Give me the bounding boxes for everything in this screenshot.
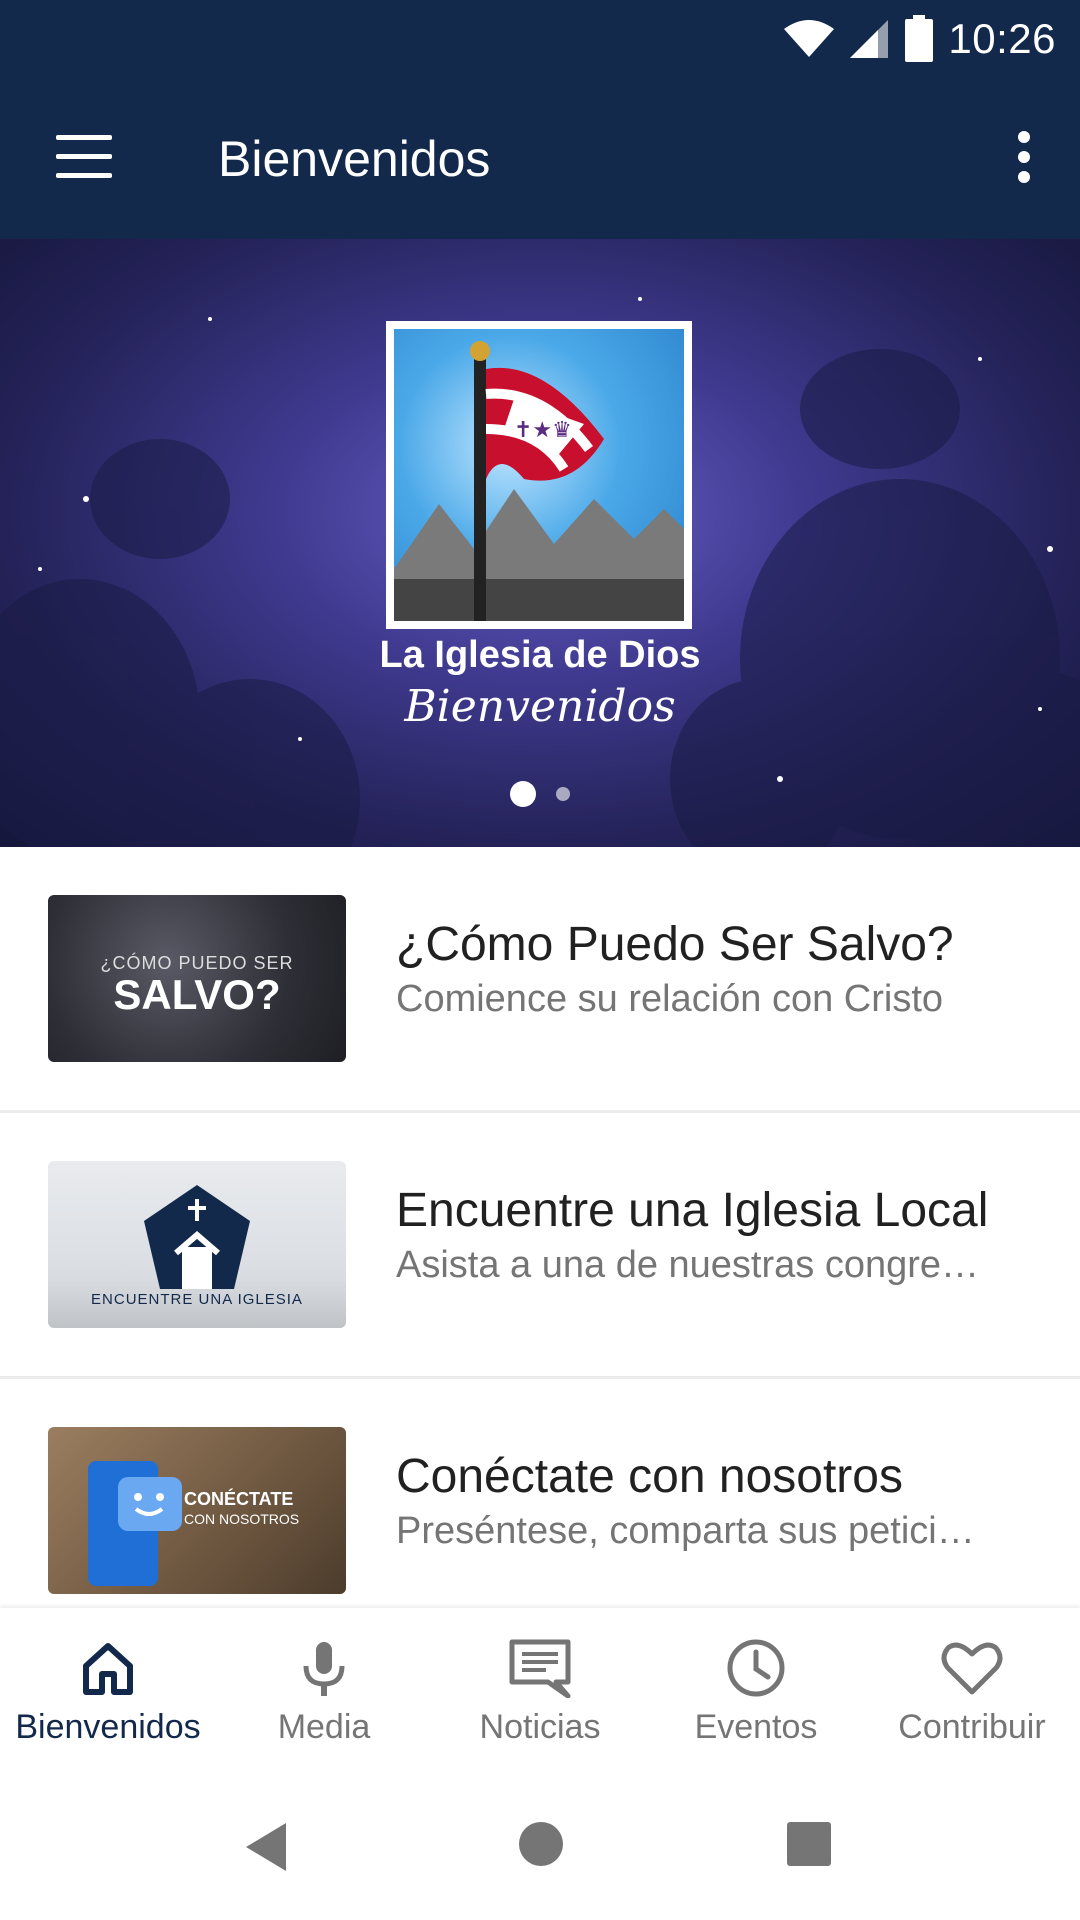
svg-text:✝★♛: ✝★♛ (514, 417, 572, 442)
home-icon (83, 1643, 133, 1695)
app-bar: Bienvenidos (0, 79, 1080, 239)
nav-label: Contribuir (898, 1708, 1046, 1746)
thumbnail-salvation: ¿CÓMO PUEDO SER SALVO? (48, 895, 346, 1062)
thumbnail-find-church: ENCUENTRE UNA IGLESIA (48, 1161, 346, 1328)
thumbnail-text: CONÉCTATE (184, 1489, 294, 1509)
list-item-subtitle: Preséntese, comparta sus petici… (396, 1510, 975, 1552)
carousel-dot[interactable] (556, 787, 570, 801)
nav-item-eventos[interactable]: Eventos (648, 1608, 864, 1768)
brand-name: La Iglesia de Dios (379, 634, 701, 676)
cell-signal-icon (850, 20, 889, 58)
page-title: Bienvenidos (218, 131, 491, 187)
thumbnail-text: CON NOSOTROS (184, 1511, 300, 1527)
content-list: ¿CÓMO PUEDO SER SALVO? ¿Cómo Puedo Ser S… (0, 847, 1080, 1615)
nav-label: Eventos (694, 1708, 818, 1746)
nav-item-contribuir[interactable]: Contribuir (864, 1608, 1080, 1768)
hero-carousel[interactable]: ✝★♛ La Iglesia de Dios Bienvenidos (0, 239, 1080, 847)
nav-item-media[interactable]: Media (216, 1608, 432, 1768)
clock-icon (727, 1639, 785, 1697)
nav-item-noticias[interactable]: Noticias (432, 1608, 648, 1768)
church-logo: ✝★♛ (386, 321, 692, 629)
microphone-icon (303, 1642, 345, 1696)
status-bar: 10:26 (0, 0, 1080, 79)
carousel-indicator (0, 781, 1080, 807)
nav-label: Noticias (479, 1708, 601, 1746)
list-item-subtitle: Comience su relación con Cristo (396, 978, 944, 1020)
nav-label: Bienvenidos (15, 1708, 201, 1746)
nav-label: Media (277, 1708, 371, 1746)
thumbnail-text: SALVO? (113, 971, 281, 1018)
status-time: 10:26 (948, 15, 1056, 62)
bottom-navigation: Bienvenidos Media Noticias Eventos Contr… (0, 1608, 1080, 1768)
list-item-subtitle: Asista a una de nuestras congre… (396, 1244, 980, 1286)
list-item-title: Conéctate con nosotros (396, 1450, 903, 1503)
brand-tagline: Bienvenidos (404, 681, 676, 732)
more-options-button[interactable] (1016, 131, 1032, 183)
menu-button[interactable] (56, 135, 112, 179)
wifi-icon (784, 20, 835, 57)
recents-icon[interactable] (786, 1821, 832, 1867)
nav-item-bienvenidos[interactable]: Bienvenidos (0, 1608, 216, 1768)
carousel-dot-active[interactable] (510, 781, 536, 807)
thumbnail-text: ENCUENTRE UNA IGLESIA (91, 1291, 303, 1308)
list-item-connect[interactable]: CONÉCTATE CON NOSOTROS Conéctate con nos… (0, 1379, 1080, 1615)
list-item-title: ¿Cómo Puedo Ser Salvo? (396, 918, 954, 971)
battery-icon (905, 15, 934, 62)
thumbnail-connect: CONÉCTATE CON NOSOTROS (48, 1427, 346, 1594)
list-item-title: Encuentre una Iglesia Local (396, 1184, 989, 1237)
back-icon[interactable] (242, 1821, 290, 1873)
message-icon (509, 1639, 571, 1698)
list-item-find-church[interactable]: ENCUENTRE UNA IGLESIA Encuentre una Igle… (0, 1113, 1080, 1379)
list-item-salvation[interactable]: ¿CÓMO PUEDO SER SALVO? ¿Cómo Puedo Ser S… (0, 847, 1080, 1113)
flag-emblem-icon: ✝★♛ (394, 341, 684, 621)
heart-icon (941, 1642, 1003, 1695)
system-navigation-bar (0, 1768, 1080, 1920)
home-button-icon[interactable] (518, 1821, 564, 1867)
